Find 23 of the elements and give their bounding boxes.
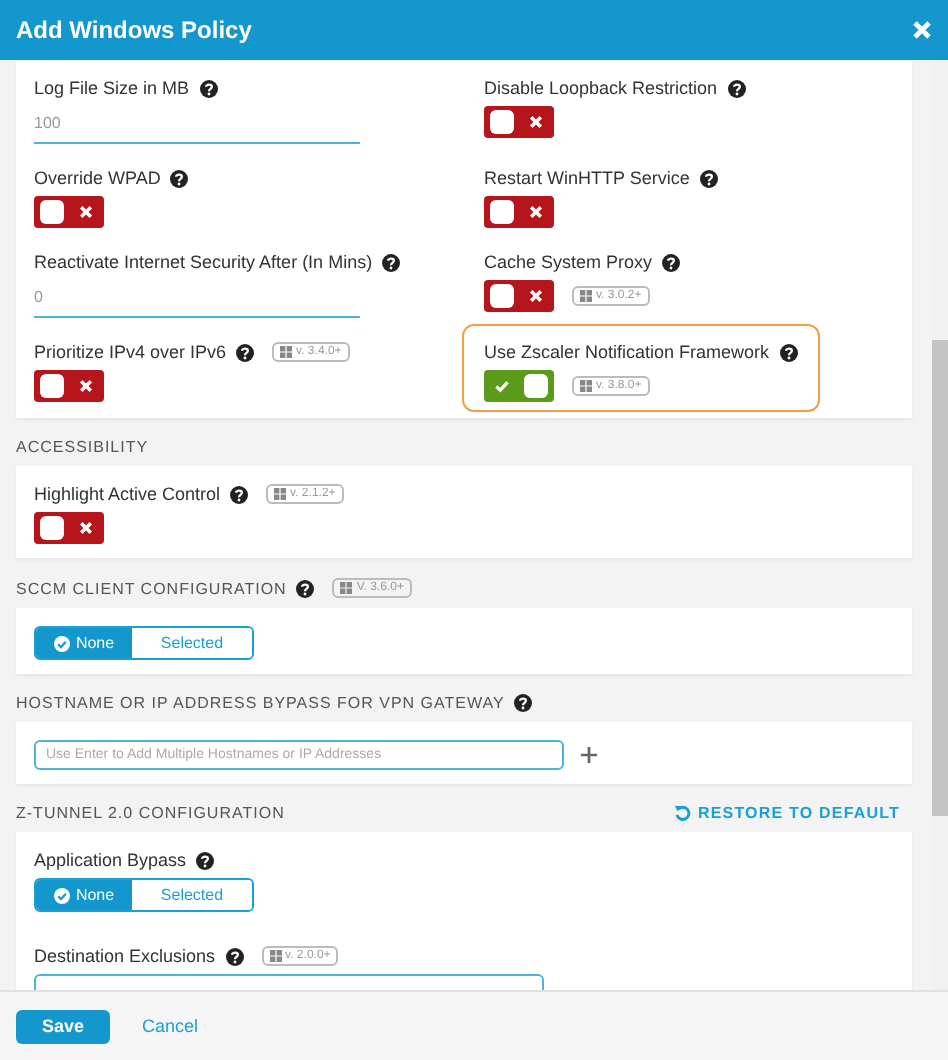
setting-label: Destination Exclusions <box>34 946 216 966</box>
input-field[interactable]: 100 <box>34 106 360 144</box>
setting-label: Prioritize IPv4 over IPv6 <box>34 342 227 362</box>
segment-option[interactable]: None <box>36 628 132 658</box>
setting-label: Restart WinHTTP Service <box>484 168 690 188</box>
section-title: SCCM CLIENT CONFIGURATION <box>16 579 287 597</box>
segment-option[interactable]: None <box>36 880 132 910</box>
setting-label: Override WPAD <box>34 168 161 188</box>
setting-label: Disable Loopback Restriction <box>484 78 718 98</box>
cancel-button[interactable]: Cancel <box>142 1016 199 1036</box>
setting-label: Use Zscaler Notification Framework <box>484 342 770 362</box>
window-title: Add Windows Policy <box>16 16 254 44</box>
setting-label: Reactivate Internet Security After (In Mins) <box>34 252 373 272</box>
section-title: ACCESSIBILITY <box>16 438 149 456</box>
setting-label: Log File Size in MB <box>34 78 190 98</box>
setting-label: Application Bypass <box>34 850 187 870</box>
section-title: Z-TUNNEL 2.0 CONFIGURATION <box>16 804 285 822</box>
restore-link[interactable]: RESTORE TO DEFAULT <box>673 804 900 822</box>
setting-label: Cache System Proxy <box>484 252 653 272</box>
save-button[interactable]: Save <box>16 1009 110 1043</box>
setting-label: Highlight Active Control <box>34 484 221 504</box>
input-field[interactable]: 0 <box>34 280 360 318</box>
section-title: HOSTNAME OR IP ADDRESS BYPASS FOR VPN GATEWAY <box>16 694 505 712</box>
